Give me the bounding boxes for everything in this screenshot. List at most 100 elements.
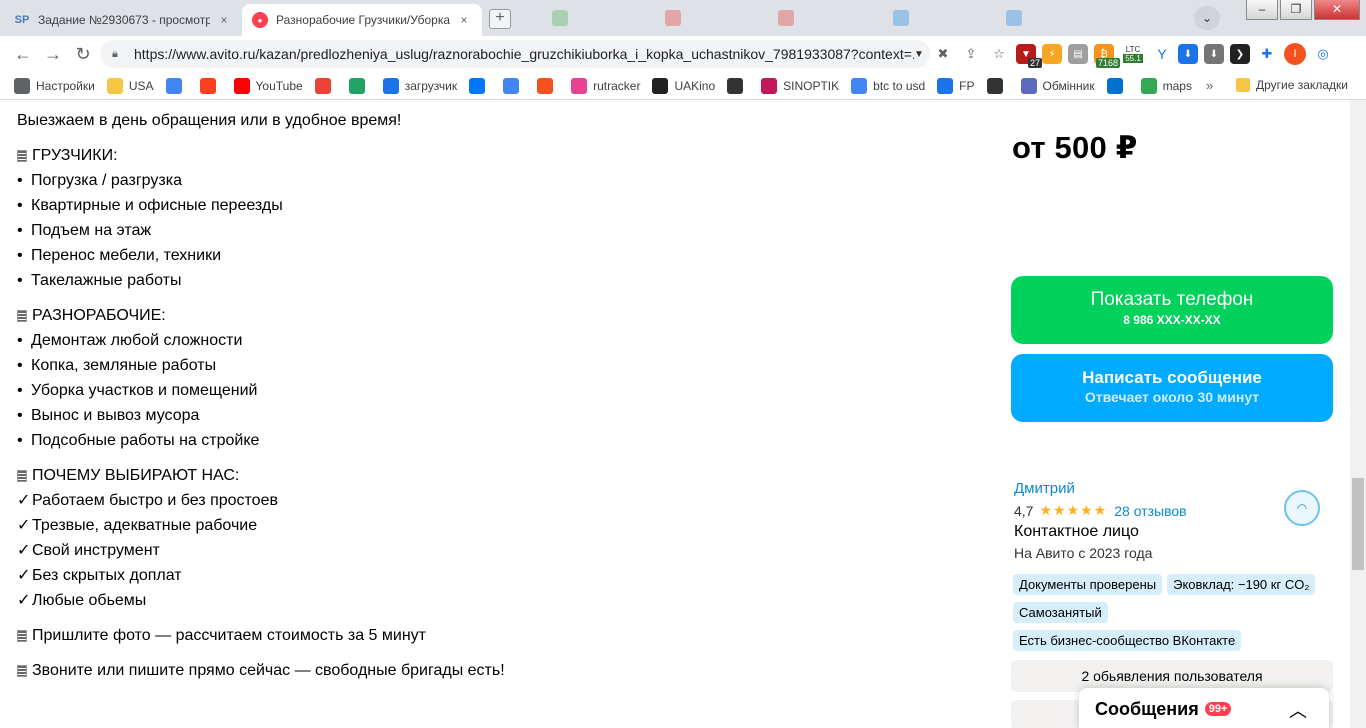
close-icon[interactable]: × xyxy=(456,13,472,27)
bookmark-item[interactable]: FP xyxy=(937,77,975,94)
list-item: ✓ Свой инструмент xyxy=(17,538,957,563)
share-icon[interactable]: ⇪ xyxy=(960,43,982,65)
bookmark-item[interactable]: загрузчик xyxy=(382,77,457,94)
maximize-button[interactable]: ❐ xyxy=(1280,0,1312,20)
check-icon: ✓ xyxy=(17,517,31,534)
bookmark-item[interactable] xyxy=(199,77,222,94)
bookmark-item[interactable] xyxy=(727,77,749,94)
download-extension-icon[interactable]: ⬇ xyxy=(1178,44,1198,64)
url-dropdown-icon[interactable]: ▼ xyxy=(914,49,930,60)
profile-avatar[interactable]: I xyxy=(1284,43,1306,65)
bookmark-item[interactable]: Настройки xyxy=(14,77,95,94)
forward-arrow-icon[interactable]: → xyxy=(38,39,68,69)
background-tab[interactable] xyxy=(1006,8,1106,28)
bullet: • xyxy=(17,332,23,349)
seller-badge-chip[interactable]: Самозанятый xyxy=(1013,602,1108,623)
bullet: • xyxy=(17,272,23,289)
extension-shield-icon[interactable]: ▼ 27 xyxy=(1016,44,1042,68)
extension-briefcase-icon[interactable]: ▤ xyxy=(1068,44,1088,64)
other-bookmarks-label: Другие закладки xyxy=(1256,78,1348,92)
description-section: ГРУЗЧИКИ: • Погрузка / разгрузка • Квартирны… xyxy=(17,143,957,293)
bookmark-item[interactable]: rutracker xyxy=(571,77,640,94)
call-now-text: Звоните или пишите прямо сейчас — свобод… xyxy=(17,658,957,683)
write-message-label: Написать сообщение xyxy=(1082,368,1262,387)
camera-blocked-icon[interactable]: ✖ xyxy=(932,43,954,65)
bookmark-item[interactable] xyxy=(1106,77,1129,94)
ltc-extension-icon[interactable]: LTC 55.1 xyxy=(1120,44,1146,64)
seller-name-link[interactable]: Дмитрий xyxy=(1014,480,1075,497)
bullet: • xyxy=(17,172,23,189)
reload-icon[interactable]: ↻ xyxy=(68,39,98,69)
close-icon[interactable]: × xyxy=(216,13,232,27)
bookmark-item[interactable]: maps xyxy=(1140,77,1192,94)
tab-search-dropdown[interactable]: ⌄ xyxy=(1194,6,1220,30)
bookmark-item[interactable]: USA xyxy=(106,77,154,94)
section-heading: ГРУЗЧИКИ: xyxy=(17,143,957,168)
background-tab[interactable] xyxy=(893,8,993,28)
other-bookmarks[interactable]: Другие закладки xyxy=(1236,78,1348,92)
bookmark-item[interactable]: YouTube xyxy=(233,77,303,94)
new-tab-button[interactable]: + xyxy=(489,9,511,29)
section-heading-text: ГРУЗЧИКИ: xyxy=(32,147,118,164)
messenger-widget[interactable]: Сообщения 99+ ︿ xyxy=(1079,688,1329,728)
bookmark-item[interactable] xyxy=(503,77,525,94)
background-tab[interactable] xyxy=(665,8,765,28)
bookmark-item[interactable] xyxy=(537,77,559,94)
extension-y-icon[interactable]: Y xyxy=(1152,44,1172,64)
tab-avito[interactable]: ● Разнорабочие Грузчики/Уборка × xyxy=(242,4,482,36)
listing-description: Выезжаем в день обращения или в удобное … xyxy=(17,108,957,693)
background-tab[interactable] xyxy=(778,8,878,28)
vk-icon xyxy=(469,77,486,94)
seller-badge-chip[interactable]: Документы проверены xyxy=(1013,574,1163,595)
bookmarks-overflow-button[interactable]: » xyxy=(1206,78,1213,93)
bookmark-item[interactable] xyxy=(469,77,491,94)
tab-task[interactable]: SP Задание №2930673 - просмотр з × xyxy=(4,4,242,36)
bookmark-item[interactable] xyxy=(165,77,188,94)
minimize-button[interactable]: – xyxy=(1246,0,1278,20)
btc-extension-icon[interactable]: ₿ 7168 xyxy=(1094,44,1120,68)
extension-bolt-icon[interactable]: ⚡︎ xyxy=(1042,44,1062,64)
bookmark-item[interactable] xyxy=(314,77,337,94)
bookmark-item[interactable]: UAKino xyxy=(652,77,715,94)
back-arrow-icon[interactable]: ← xyxy=(8,39,38,69)
bookmark-item[interactable]: SINOPTIK xyxy=(761,77,839,94)
avito-listing-page: Выезжаем в день обращения или в удобное … xyxy=(0,100,1350,728)
bullet: • xyxy=(17,197,23,214)
bookmark-label: Обмінник xyxy=(1042,78,1095,93)
bookmark-item[interactable]: Обмінник xyxy=(1020,77,1095,94)
chevron-up-icon[interactable]: ︿ xyxy=(1289,697,1307,723)
extension-dark-icon[interactable]: ❯ xyxy=(1230,44,1250,64)
avito-favicon-icon: ● xyxy=(252,12,268,28)
folder-icon xyxy=(106,77,123,94)
scrollbar-thumb[interactable] xyxy=(1352,478,1364,570)
close-window-button[interactable]: ✕ xyxy=(1314,0,1360,20)
address-bar[interactable]: 🔒︎ https://www.avito.ru/kazan/predlozhen… xyxy=(100,40,930,68)
bookmark-label: maps xyxy=(1162,78,1192,93)
extension-globe-icon[interactable]: ◎ xyxy=(1312,43,1334,65)
bookmark-item[interactable] xyxy=(986,77,1009,94)
list-item: ✓ Без скрытых доплат xyxy=(17,563,957,588)
show-phone-button[interactable]: Показать телефон 8 986 XXX-XX-XX xyxy=(1011,276,1333,344)
background-tab[interactable] xyxy=(552,8,652,28)
fp-icon xyxy=(937,77,954,94)
seller-logo-icon[interactable]: ◠ xyxy=(1284,490,1320,526)
star-icon[interactable]: ☆ xyxy=(988,43,1010,65)
google-icon xyxy=(165,77,182,94)
tab-title: Разнорабочие Грузчики/Уборка xyxy=(276,13,450,27)
reviews-link[interactable]: 28 отзывов xyxy=(1114,503,1186,519)
write-message-button[interactable]: Написать сообщение Отвечает около 30 мин… xyxy=(1011,354,1333,422)
bookmark-item[interactable]: btc to usd xyxy=(851,77,925,94)
list-item: • Копка, земляные работы xyxy=(17,353,957,378)
seller-badge-chip[interactable]: Есть бизнес-сообщество ВКонтакте xyxy=(1013,630,1242,651)
toolbar-icons: ✖ ⇪ ☆ ▼ 27 ⚡︎ ▤ ₿ 7168 LTC 55.1 Y ⬇ ⬇ ❯ ✚ … xyxy=(932,40,1334,68)
show-phone-label: Показать телефон xyxy=(1090,289,1254,310)
youtube-icon xyxy=(233,77,250,94)
paragraph-text: Пришлите фото — рассчитаем стоимость за … xyxy=(32,627,426,644)
seller-badge-chip[interactable]: Эковклад: −190 кг CO₂ xyxy=(1167,574,1316,595)
scrollbar-track[interactable] xyxy=(1350,100,1366,728)
list-item: • Уборка участков и помещений xyxy=(17,378,957,403)
puzzle-icon[interactable]: ✚ xyxy=(1256,43,1278,65)
section-heading: ПОЧЕМУ ВЫБИРАЮТ НАС: xyxy=(17,463,957,488)
bookmark-item[interactable] xyxy=(348,77,371,94)
download-icon[interactable]: ⬇ xyxy=(1204,44,1224,64)
